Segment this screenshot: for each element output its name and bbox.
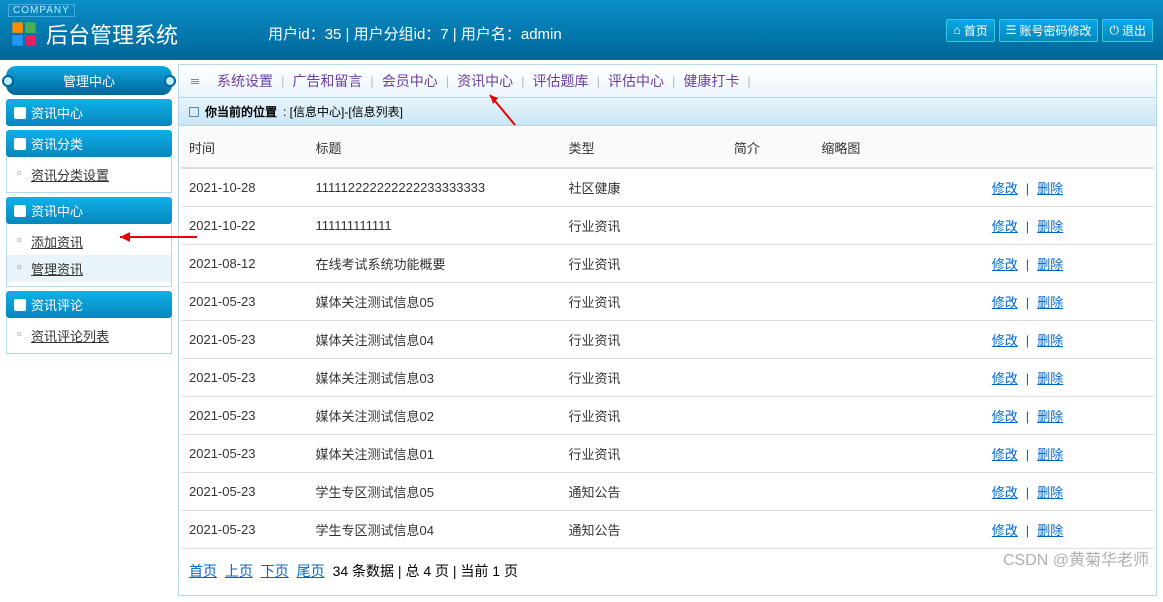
list-icon: ☰ bbox=[1006, 23, 1017, 37]
edit-link[interactable]: 修改 bbox=[992, 333, 1018, 348]
sidebar-title: 管理中心 bbox=[6, 66, 172, 95]
sidebar-section[interactable]: 资讯分类 bbox=[6, 130, 172, 157]
column-header bbox=[901, 128, 1154, 168]
page-first[interactable]: 首页 bbox=[189, 563, 217, 579]
edit-link[interactable]: 修改 bbox=[992, 409, 1018, 424]
sidebar-item[interactable]: 管理资讯 bbox=[7, 255, 171, 282]
home-icon: ⌂ bbox=[953, 23, 960, 37]
box-icon bbox=[14, 299, 26, 311]
box-icon bbox=[14, 138, 26, 150]
delete-link[interactable]: 删除 bbox=[1037, 523, 1063, 538]
edit-link[interactable]: 修改 bbox=[992, 447, 1018, 462]
column-header: 简介 bbox=[726, 128, 814, 168]
sidebar-section[interactable]: 资讯中心 bbox=[6, 197, 172, 224]
dots-icon bbox=[14, 107, 26, 119]
delete-link[interactable]: 删除 bbox=[1037, 333, 1063, 348]
breadcrumb: 你当前的位置 : [信息中心]-[信息列表] bbox=[178, 98, 1157, 126]
menu-icon bbox=[191, 78, 199, 85]
home-button[interactable]: ⌂首页 bbox=[946, 19, 994, 42]
sidebar-heading: 资讯中心 bbox=[6, 99, 172, 126]
edit-link[interactable]: 修改 bbox=[992, 219, 1018, 234]
page-info: 34 条数据 | 总 4 页 | 当前 1 页 bbox=[333, 563, 518, 579]
power-icon: ⏻ bbox=[1109, 23, 1119, 38]
table-row: 2021-10-28111112222222222233333333社区健康修改… bbox=[181, 168, 1154, 207]
sidebar-section[interactable]: 资讯评论 bbox=[6, 291, 172, 318]
edit-link[interactable]: 修改 bbox=[992, 181, 1018, 196]
delete-link[interactable]: 删除 bbox=[1037, 219, 1063, 234]
nav-item[interactable]: 评估题库 bbox=[525, 73, 597, 89]
data-table: 时间标题类型简介缩略图 2021-10-28111112222222222233… bbox=[181, 128, 1154, 549]
table-row: 2021-05-23学生专区测试信息05通知公告修改|删除 bbox=[181, 473, 1154, 511]
edit-link[interactable]: 修改 bbox=[992, 523, 1018, 538]
sidebar-item[interactable]: 添加资讯 bbox=[7, 228, 171, 255]
column-header: 时间 bbox=[181, 128, 307, 168]
company-badge: COMPANY bbox=[8, 4, 75, 17]
top-nav: 系统设置|广告和留言|会员中心|资讯中心|评估题库|评估中心|健康打卡| bbox=[178, 64, 1157, 98]
nav-item[interactable]: 健康打卡 bbox=[675, 73, 747, 89]
nav-item[interactable]: 会员中心 bbox=[374, 73, 446, 89]
delete-link[interactable]: 删除 bbox=[1037, 295, 1063, 310]
exit-button[interactable]: ⏻退出 bbox=[1102, 19, 1153, 42]
column-header: 标题 bbox=[307, 128, 560, 168]
box-icon bbox=[14, 205, 26, 217]
table-row: 2021-05-23媒体关注测试信息04行业资讯修改|删除 bbox=[181, 321, 1154, 359]
table-row: 2021-05-23媒体关注测试信息05行业资讯修改|删除 bbox=[181, 283, 1154, 321]
nav-item[interactable]: 资讯中心 bbox=[449, 73, 521, 89]
system-title: 后台管理系统 bbox=[46, 18, 178, 50]
delete-link[interactable]: 删除 bbox=[1037, 181, 1063, 196]
table-row: 2021-05-23学生专区测试信息04通知公告修改|删除 bbox=[181, 511, 1154, 549]
nav-item[interactable]: 广告和留言 bbox=[284, 73, 370, 89]
edit-link[interactable]: 修改 bbox=[992, 485, 1018, 500]
sidebar-item[interactable]: 资讯分类设置 bbox=[7, 161, 171, 188]
sidebar: 管理中心 资讯中心 资讯分类资讯分类设置资讯中心添加资讯管理资讯资讯评论资讯评论… bbox=[0, 60, 178, 602]
page-last[interactable]: 尾页 bbox=[297, 563, 325, 579]
nav-item[interactable]: 评估中心 bbox=[600, 73, 672, 89]
header: COMPANY 后台管理系统 用户id：35 | 用户分组id：7 | 用户名：… bbox=[0, 0, 1163, 60]
edit-link[interactable]: 修改 bbox=[992, 371, 1018, 386]
sidebar-item[interactable]: 资讯评论列表 bbox=[7, 322, 171, 349]
location-icon bbox=[189, 107, 199, 117]
table-row: 2021-10-22111111111111行业资讯修改|删除 bbox=[181, 207, 1154, 245]
edit-link[interactable]: 修改 bbox=[992, 295, 1018, 310]
nav-item[interactable]: 系统设置 bbox=[209, 73, 281, 89]
logo-icon bbox=[10, 20, 38, 48]
table-row: 2021-05-23媒体关注测试信息01行业资讯修改|删除 bbox=[181, 435, 1154, 473]
page-next[interactable]: 下页 bbox=[261, 563, 289, 579]
column-header: 缩略图 bbox=[813, 128, 901, 168]
table-row: 2021-08-12在线考试系统功能概要行业资讯修改|删除 bbox=[181, 245, 1154, 283]
delete-link[interactable]: 删除 bbox=[1037, 257, 1063, 272]
delete-link[interactable]: 删除 bbox=[1037, 447, 1063, 462]
table-row: 2021-05-23媒体关注测试信息02行业资讯修改|删除 bbox=[181, 397, 1154, 435]
delete-link[interactable]: 删除 bbox=[1037, 371, 1063, 386]
column-header: 类型 bbox=[560, 128, 725, 168]
user-info: 用户id：35 | 用户分组id：7 | 用户名：admin bbox=[268, 23, 562, 44]
page-prev[interactable]: 上页 bbox=[225, 563, 253, 579]
table-row: 2021-05-23媒体关注测试信息03行业资讯修改|删除 bbox=[181, 359, 1154, 397]
password-button[interactable]: ☰账号密码修改 bbox=[999, 19, 1099, 42]
edit-link[interactable]: 修改 bbox=[992, 257, 1018, 272]
delete-link[interactable]: 删除 bbox=[1037, 485, 1063, 500]
watermark: CSDN @黄菊华老师 bbox=[1003, 546, 1149, 570]
delete-link[interactable]: 删除 bbox=[1037, 409, 1063, 424]
